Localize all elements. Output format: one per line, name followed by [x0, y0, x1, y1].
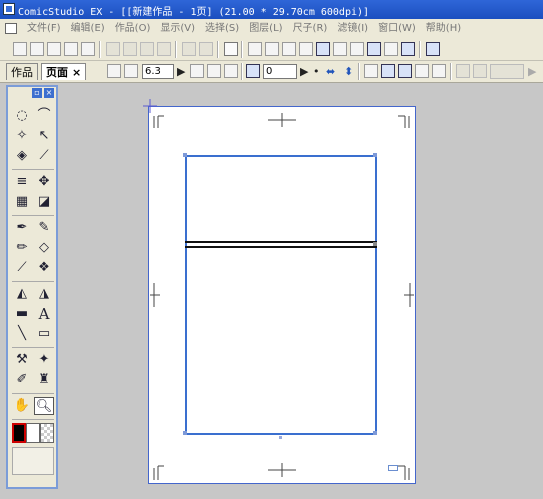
frame-handle[interactable] [373, 431, 377, 435]
frame-handle[interactable] [373, 242, 377, 246]
frame-handle[interactable] [279, 436, 282, 439]
frame-handle[interactable] [183, 431, 187, 435]
frame-handle[interactable] [183, 153, 187, 157]
panel-divider-line[interactable] [185, 246, 377, 248]
page-corner-icon [388, 465, 398, 471]
frame-handle[interactable] [373, 153, 377, 157]
panel-divider-line[interactable] [185, 241, 377, 243]
panel-frame[interactable] [185, 155, 377, 435]
